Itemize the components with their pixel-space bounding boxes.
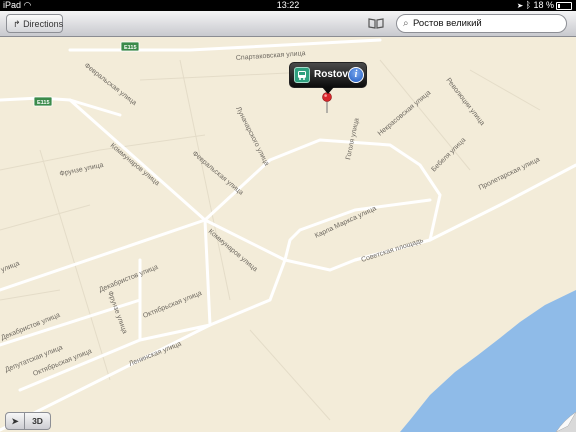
three-d-button[interactable]: 3D — [25, 412, 51, 430]
highway-shield: E115 — [33, 96, 53, 107]
directions-label: Directions — [23, 19, 64, 29]
place-callout[interactable]: Rostov i — [289, 62, 367, 94]
map-view[interactable]: E115 E115 Спартаковская улица Февральска… — [0, 36, 576, 432]
info-icon: i — [354, 69, 358, 80]
search-input[interactable]: ⌕ Ростов великий — [396, 14, 567, 33]
battery-status: ➤ ᛒ 18 % — [518, 0, 572, 11]
toolbar: ↱ Directions ⌕ Ростов великий — [0, 11, 576, 37]
bookmarks-icon — [368, 18, 384, 29]
search-value: Ростов великий — [413, 18, 482, 29]
clock: 13:22 — [276, 0, 300, 10]
callout-title: Rostov — [314, 69, 348, 80]
directions-button[interactable]: ↱ Directions — [6, 14, 63, 33]
info-button[interactable]: i — [348, 67, 364, 83]
directions-arrow-icon: ↱ — [13, 19, 21, 29]
status-bar: iPad ◠ 13:22 ➤ ᛒ 18 % — [0, 0, 576, 11]
svg-text:E115: E115 — [124, 45, 137, 51]
bookmarks-button[interactable] — [364, 14, 388, 33]
bluetooth-icon: ᛒ — [525, 0, 531, 10]
page-curl-icon[interactable] — [556, 412, 576, 432]
current-location-button[interactable]: ➤ — [5, 412, 25, 430]
battery-percent: 18 % — [533, 0, 554, 10]
highway-shield: E115 — [120, 41, 140, 52]
location-arrow-icon: ➤ — [11, 416, 19, 426]
bus-station-icon — [294, 67, 310, 83]
svg-text:E115: E115 — [37, 100, 50, 106]
location-arrow-icon: ➤ — [517, 0, 524, 10]
battery-icon — [556, 1, 572, 10]
search-icon: ⌕ — [403, 18, 409, 29]
location-pin-icon[interactable] — [321, 92, 333, 114]
